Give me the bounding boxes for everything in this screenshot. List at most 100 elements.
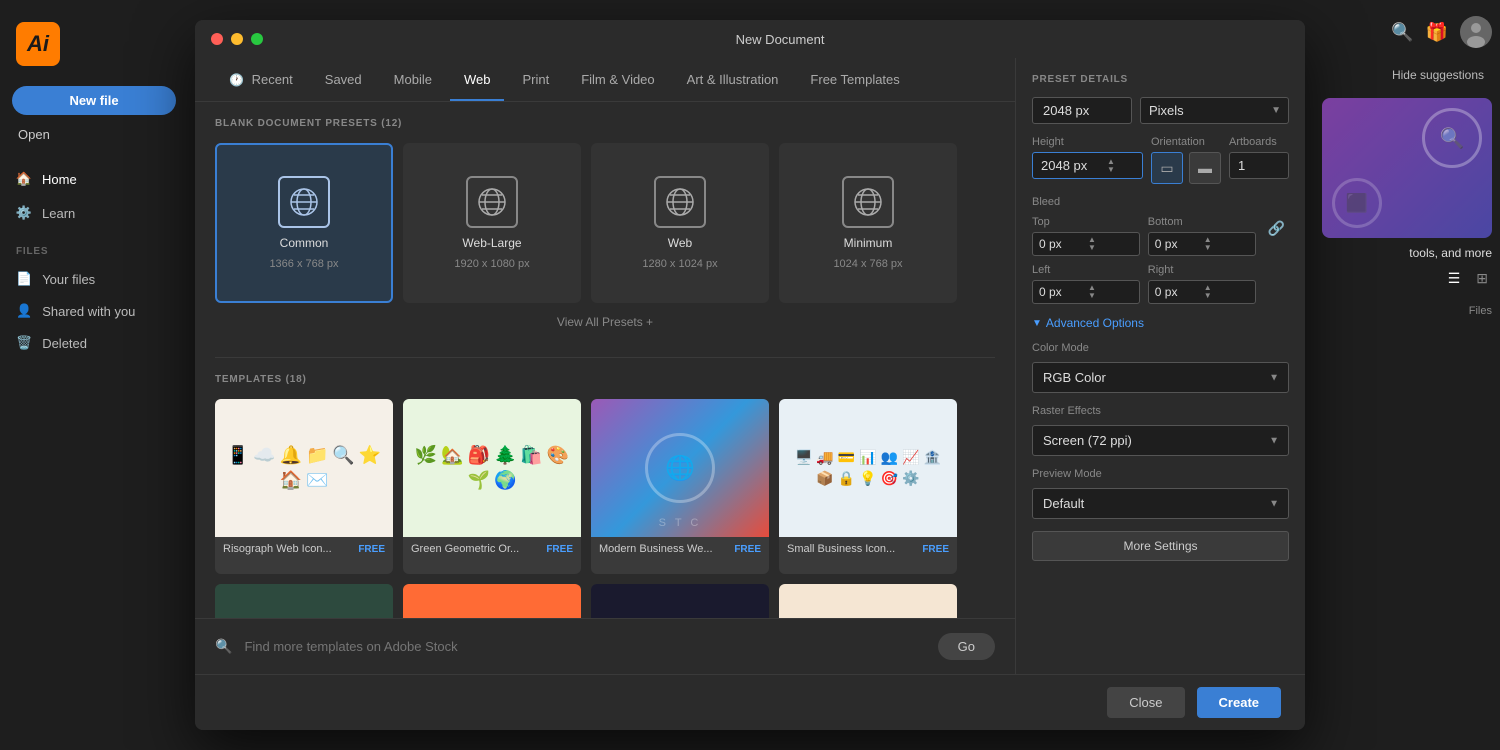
new-file-button[interactable]: New file (12, 86, 176, 115)
bleed-top-stepper: ▲ ▼ (1085, 234, 1099, 254)
more-settings-button[interactable]: More Settings (1032, 531, 1289, 561)
sidebar-item-learn[interactable]: ⚙️ Learn (0, 196, 188, 230)
list-view-button[interactable]: ☰ (1444, 268, 1465, 289)
preview-mode-row: Preview Mode Default Pixel Overprint ▼ (1032, 468, 1289, 519)
template-modern-biz-info: Modern Business We... FREE (591, 537, 769, 561)
minimize-traffic-light[interactable] (231, 33, 243, 45)
gift-icon-rp[interactable]: 🎁 (1426, 22, 1448, 43)
units-select[interactable]: Pixels Inches Centimeters (1140, 97, 1289, 124)
bleed-top-input[interactable] (1033, 233, 1085, 255)
search-icon-rp[interactable]: 🔍 (1391, 22, 1413, 43)
sidebar-item-home[interactable]: 🏠 Home (0, 162, 188, 196)
preset-web-name: Web (668, 236, 692, 250)
template-modern-biz[interactable]: 🌐 S T C Modern Business We... FREE (591, 399, 769, 574)
close-traffic-light[interactable] (211, 33, 223, 45)
bleed-left-stepper: ▲ ▼ (1085, 282, 1099, 302)
preset-width-input[interactable] (1032, 97, 1132, 124)
template-modern-biz-badge: FREE (734, 544, 761, 555)
go-button[interactable]: Go (938, 633, 995, 660)
tab-art-illustration[interactable]: Art & Illustration (673, 58, 793, 101)
preset-common-dims: 1366 x 768 px (269, 258, 338, 270)
preset-width-row: Pixels Inches Centimeters ▼ (1032, 97, 1289, 124)
height-down-button[interactable]: ▼ (1107, 166, 1115, 174)
preset-minimum-icon (842, 176, 894, 228)
bleed-left-down[interactable]: ▼ (1088, 292, 1096, 300)
template-bottom-1[interactable]: 📋 (215, 584, 393, 618)
bleed-left-input[interactable] (1033, 281, 1085, 303)
modal-content-scroll[interactable]: BLANK DOCUMENT PRESETS (12) (195, 102, 1015, 618)
deleted-item[interactable]: 🗑️ Deleted (0, 327, 188, 359)
tab-print[interactable]: Print (508, 58, 563, 101)
preset-web[interactable]: Web 1280 x 1024 px (591, 143, 769, 303)
tab-recent[interactable]: 🕐 Recent (215, 58, 307, 101)
portrait-button[interactable]: ▭ (1151, 152, 1183, 184)
preset-web-icon (654, 176, 706, 228)
height-stepper: ▲ ▼ (1103, 156, 1119, 176)
bleed-bottom-stepper: ▲ ▼ (1201, 234, 1215, 254)
presets-grid: Common 1366 x 768 px (215, 143, 995, 303)
user-avatar[interactable] (1460, 16, 1492, 48)
tab-web[interactable]: Web (450, 58, 505, 101)
color-mode-select-wrap: RGB Color CMYK Color Grayscale ▼ (1032, 362, 1289, 393)
bleed-right-col: Right ▲ ▼ (1148, 264, 1256, 304)
height-input[interactable] (1033, 153, 1103, 178)
tab-mobile[interactable]: Mobile (380, 58, 446, 101)
hide-suggestions-button[interactable]: Hide suggestions (1384, 64, 1492, 86)
bleed-right-down[interactable]: ▼ (1204, 292, 1212, 300)
app-logo: Ai (0, 10, 188, 86)
bleed-bottom-input[interactable] (1149, 233, 1201, 255)
template-risograph[interactable]: 📱 ☁️ 🔔 📁 🔍 ⭐ 🏠 ✉️ (215, 399, 393, 574)
landscape-button[interactable]: ▬ (1189, 152, 1221, 184)
height-col: Height ▲ ▼ (1032, 136, 1143, 184)
preset-minimum[interactable]: Minimum 1024 x 768 px (779, 143, 957, 303)
color-mode-select[interactable]: RGB Color CMYK Color Grayscale (1032, 362, 1289, 393)
preview-select[interactable]: Default Pixel Overprint (1032, 488, 1289, 519)
open-button[interactable]: Open (12, 123, 176, 146)
template-small-biz-thumb: 🖥️ 🚚 💳 📊 👥 📈 🏦 📦 🔒 (779, 399, 957, 537)
orientation-col: Orientation ▭ ▬ (1151, 136, 1221, 184)
bleed-top-down[interactable]: ▼ (1088, 244, 1096, 252)
shared-with-you-item[interactable]: 👤 Shared with you (0, 295, 188, 327)
template-bottom-3-thumb: 🌙 (591, 584, 769, 618)
preset-minimum-name: Minimum (844, 236, 893, 250)
tab-saved[interactable]: Saved (311, 58, 376, 101)
template-bottom-4-thumb: 🌺 (779, 584, 957, 618)
template-small-biz[interactable]: 🖥️ 🚚 💳 📊 👥 📈 🏦 📦 🔒 (779, 399, 957, 574)
recent-icon: 🕐 (229, 73, 244, 87)
create-button[interactable]: Create (1197, 687, 1281, 718)
shared-icon: 👤 (16, 303, 32, 319)
template-search-input[interactable] (244, 639, 925, 654)
bleed-top-label: Top (1032, 216, 1140, 228)
view-all-presets[interactable]: View All Presets + (215, 303, 995, 341)
tab-free-templates[interactable]: Free Templates (796, 58, 913, 101)
orientation-label: Orientation (1151, 136, 1221, 148)
link-bleed-icon[interactable]: 🔗 (1264, 216, 1289, 241)
template-green-geo[interactable]: 🌿 🏡 🎒 🌲 🛍️ 🎨 🌱 🌍 (403, 399, 581, 574)
template-small-biz-info: Small Business Icon... FREE (779, 537, 957, 561)
small-biz-icons: 🖥️ 🚚 💳 📊 👥 📈 🏦 📦 🔒 (779, 441, 957, 495)
advanced-options-toggle[interactable]: ▼ Advanced Options (1032, 316, 1289, 330)
preview-label: Preview Mode (1032, 468, 1289, 480)
close-button[interactable]: Close (1107, 687, 1184, 718)
artboards-input[interactable] (1229, 152, 1289, 179)
right-panel: 🔍 🎁 Hide suggestions 🔍 ⬛ tools, and more… (1312, 0, 1500, 750)
bleed-right-input[interactable] (1149, 281, 1201, 303)
preset-web-large-dims: 1920 x 1080 px (454, 258, 529, 270)
sidebar-item-label-home: Home (42, 172, 77, 187)
your-files-item[interactable]: 📄 Your files (0, 263, 188, 295)
template-bottom-2[interactable]: LOOK (403, 584, 581, 618)
artboards-col: Artboards (1229, 136, 1289, 184)
bleed-label: Bleed (1032, 196, 1289, 208)
bleed-bottom-down[interactable]: ▼ (1204, 244, 1212, 252)
template-bottom-3[interactable]: 🌙 (591, 584, 769, 618)
bleed-bottom-label: Bottom (1148, 216, 1256, 228)
tab-film-video[interactable]: Film & Video (567, 58, 668, 101)
grid-view-button[interactable]: ⊞ (1472, 268, 1492, 289)
preview-select-wrap: Default Pixel Overprint ▼ (1032, 488, 1289, 519)
shared-label: Shared with you (42, 304, 135, 319)
preset-web-large[interactable]: Web-Large 1920 x 1080 px (403, 143, 581, 303)
raster-select[interactable]: Screen (72 ppi) Medium (150 ppi) High (3… (1032, 425, 1289, 456)
fullscreen-traffic-light[interactable] (251, 33, 263, 45)
template-bottom-4[interactable]: 🌺 (779, 584, 957, 618)
preset-common[interactable]: Common 1366 x 768 px (215, 143, 393, 303)
